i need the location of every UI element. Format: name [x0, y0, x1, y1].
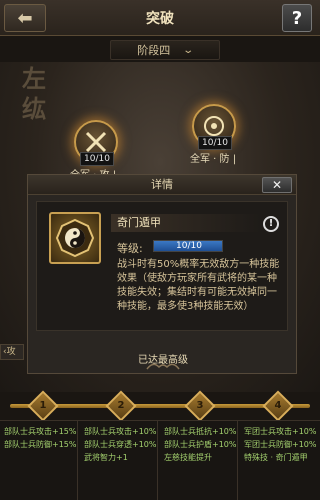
skill-description: 战斗时有50%概率无效敌方一种技能效果（使敌方玩家所有武将的某一种技能失效；集结… [117, 259, 280, 312]
dialog-title: 详情 [28, 175, 296, 195]
close-button[interactable]: ✕ [262, 177, 292, 193]
chevron-down-icon: ⌄ [182, 44, 195, 56]
stage-marker-2[interactable]: 2 [105, 390, 137, 422]
side-tab-attack[interactable]: ‹攻 [0, 344, 24, 360]
node-label-defense: 全军 · 防 | [190, 154, 237, 165]
stage-marker-1[interactable]: 1 [27, 390, 59, 422]
help-button[interactable]: ? [282, 4, 312, 32]
header-bar: ⬅ 突破 ? [0, 0, 320, 36]
stage-progress-track: 1 2 3 4 [0, 390, 320, 422]
stage-bonus-panel: 部队士兵攻击+15% 部队士兵防御+15% 部队士兵攻击+10% 部队士兵穿透+… [0, 420, 320, 500]
node-count-defense: 10/10 [198, 136, 232, 150]
skill-name: 奇门遁甲 [111, 214, 261, 232]
info-icon[interactable]: ! [263, 216, 279, 232]
stage-dropdown[interactable]: 阶段四 ⌄ [110, 40, 220, 60]
details-dialog: 详情 ✕ 奇门遁甲 ! 等级: 10/10 战斗时有50%概率无效敌方一种技能效… [27, 174, 297, 374]
background-calligraphy: 左 纮 [22, 64, 46, 123]
skill-detail-panel: 奇门遁甲 ! 等级: 10/10 战斗时有50%概率无效敌方一种技能效果（使敌方… [36, 201, 288, 331]
yin-yang-bagua-icon [55, 218, 95, 258]
level-value: 10/10 [176, 241, 202, 251]
stage-bonus-1: 部队士兵攻击+15% 部队士兵防御+15% [0, 421, 78, 500]
level-label: 等级: [117, 242, 143, 255]
level-progress-bar: 10/10 [153, 240, 223, 252]
stage-marker-4[interactable]: 4 [262, 390, 294, 422]
cloud-ornament-icon [146, 363, 180, 370]
stage-bonus-3: 部队士兵抵抗+10% 部队士兵护盾+10% 左慈技能提升 [160, 421, 238, 500]
stage-value: 阶段四 [137, 44, 171, 57]
stage-bonus-2: 部队士兵攻击+10% 部队士兵穿透+10% 武将智力+1 [80, 421, 158, 500]
page-title: 突破 [146, 11, 174, 27]
stage-bonus-4: 军团士兵攻击+10% 军团士兵防御+10% 特殊技 · 奇门遁甲 [244, 427, 317, 462]
stage-marker-3[interactable]: 3 [184, 390, 216, 422]
skill-icon-frame [49, 212, 101, 264]
node-count-attack: 10/10 [80, 152, 114, 166]
